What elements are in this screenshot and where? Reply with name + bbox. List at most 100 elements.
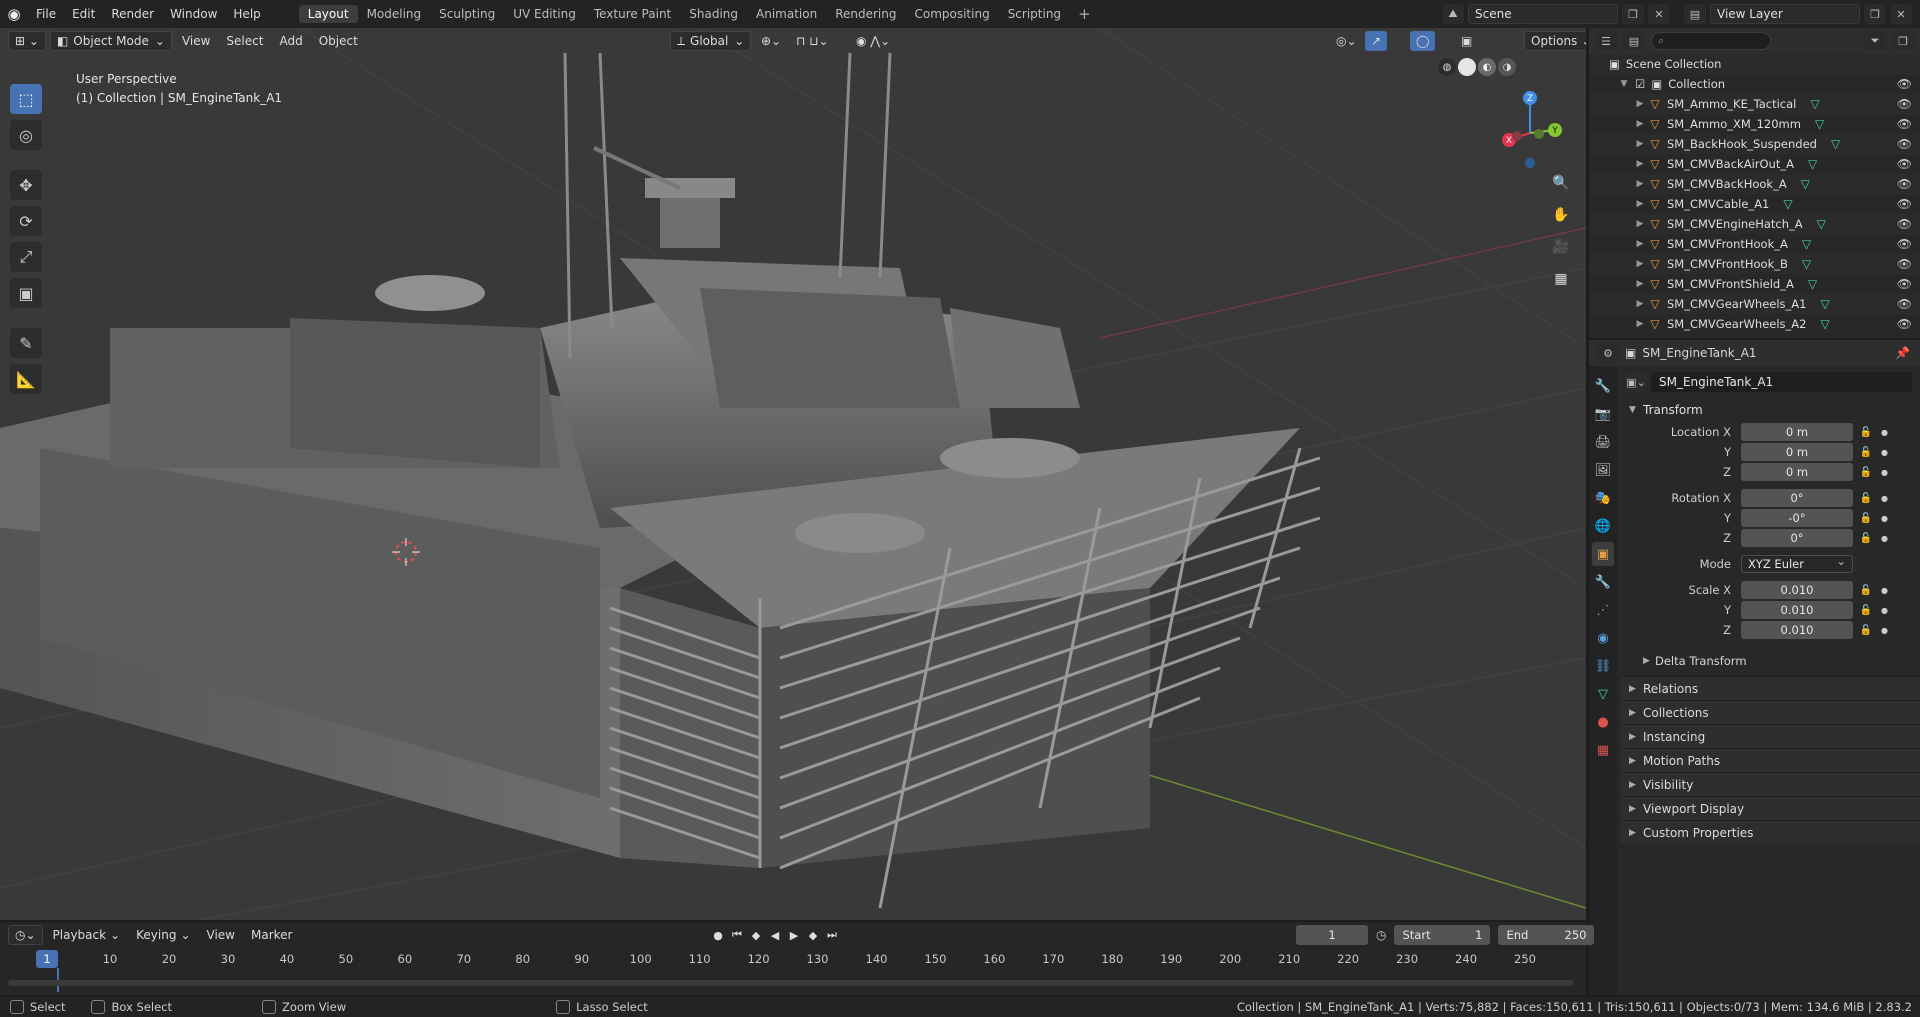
transform-orientation-dropdown[interactable]: ⟂ Global ⌄: [670, 31, 752, 51]
measure-tool-icon[interactable]: 📐: [10, 364, 42, 394]
expand-arrow-icon[interactable]: ▶: [1633, 299, 1647, 309]
outliner-object-row[interactable]: ▶ ▽ SM_CMVFrontHook_A ▽ 👁: [1589, 234, 1920, 254]
eye-icon[interactable]: 👁: [1897, 317, 1912, 331]
eye-icon[interactable]: 👁: [1897, 97, 1912, 111]
rotation-y-field[interactable]: -0°: [1741, 509, 1853, 527]
select-box-tool-icon[interactable]: ⬚: [10, 84, 42, 114]
keyframe-dot-icon[interactable]: ●: [1881, 428, 1888, 437]
pan-hand-icon[interactable]: ✋: [1548, 202, 1574, 228]
lock-icon[interactable]: 🔓: [1857, 447, 1875, 458]
keyframe-dot-icon[interactable]: ●: [1881, 534, 1888, 543]
eye-icon[interactable]: 👁: [1897, 257, 1912, 271]
viewport-menu-view[interactable]: View: [176, 31, 216, 51]
panel-collections[interactable]: ▶ Collections: [1621, 700, 1920, 724]
eye-icon[interactable]: 👁: [1897, 197, 1912, 211]
world-tab-icon[interactable]: 🌐: [1592, 514, 1614, 538]
scale-z-field[interactable]: 0.010: [1741, 621, 1853, 639]
object-name-input[interactable]: SM_EngineTank_A1: [1651, 372, 1912, 392]
new-collection-icon[interactable]: ❐: [1892, 31, 1914, 51]
lock-icon[interactable]: 🔓: [1857, 585, 1875, 596]
outliner-object-row[interactable]: ▶ ▽ SM_CMVFrontShield_A ▽ 👁: [1589, 274, 1920, 294]
pin-icon[interactable]: 📌: [1895, 346, 1910, 360]
tab-compositing[interactable]: Compositing: [905, 5, 998, 23]
outliner-object-row[interactable]: ▶ ▽ SM_CMVGearWheels_A1 ▽ 👁: [1589, 294, 1920, 314]
keyframe-dot-icon[interactable]: ●: [1881, 586, 1888, 595]
blender-logo-icon[interactable]: ◉: [0, 0, 28, 28]
menu-help[interactable]: Help: [225, 0, 268, 28]
play-icon[interactable]: ▶: [786, 926, 802, 944]
current-frame-field[interactable]: 1: [1296, 925, 1368, 945]
delta-transform-subpanel[interactable]: ▶ Delta Transform: [1621, 650, 1920, 672]
delete-scene-icon[interactable]: ✕: [1648, 4, 1670, 24]
expand-arrow-icon[interactable]: ▼: [1617, 79, 1631, 89]
mesh-data-icon[interactable]: ▽: [1783, 197, 1792, 211]
overlays-toggle-icon[interactable]: ◯: [1410, 31, 1436, 51]
mode-selector[interactable]: ◧ Object Mode ⌄: [49, 31, 172, 51]
tab-texture-paint[interactable]: Texture Paint: [585, 5, 680, 23]
expand-arrow-icon[interactable]: ▶: [1633, 99, 1647, 109]
3d-viewport[interactable]: ⊞ ⌄ ◧ Object Mode ⌄ View Select Add Object…: [0, 28, 1586, 920]
eye-icon[interactable]: 👁: [1897, 297, 1912, 311]
expand-arrow-icon[interactable]: ▶: [1633, 199, 1647, 209]
eye-icon[interactable]: 👁: [1897, 217, 1912, 231]
new-scene-icon[interactable]: ❐: [1622, 4, 1644, 24]
camera-icon[interactable]: 🎥: [1548, 234, 1574, 260]
view-layer-tab-icon[interactable]: 🖼: [1592, 458, 1614, 482]
keyframe-dot-icon[interactable]: ●: [1881, 514, 1888, 523]
mesh-data-icon[interactable]: ▽: [1815, 117, 1824, 131]
eye-icon[interactable]: 👁: [1897, 137, 1912, 151]
outliner-object-row[interactable]: ▶ ▽ SM_BackHook_Suspended ▽ 👁: [1589, 134, 1920, 154]
mesh-data-icon[interactable]: ▽: [1817, 217, 1826, 231]
jump-start-icon[interactable]: ⏮: [729, 926, 745, 944]
expand-arrow-icon[interactable]: ▶: [1633, 139, 1647, 149]
frame-ruler[interactable]: 10 20 30 40 50 60 70 80 90 100 110 120 130 140 150 160 1…: [0, 950, 1586, 968]
expand-arrow-icon[interactable]: ▶: [1633, 259, 1647, 269]
mesh-data-icon[interactable]: ▽: [1820, 297, 1829, 311]
outliner-object-row[interactable]: ▶ ▽ SM_CMVBackAirOut_A ▽ 👁: [1589, 154, 1920, 174]
scale-y-field[interactable]: 0.010: [1741, 601, 1853, 619]
physics-tab-icon[interactable]: ◉: [1592, 626, 1614, 650]
menu-window[interactable]: Window: [162, 0, 225, 28]
object-type-icon[interactable]: ▣⌄: [1625, 372, 1647, 392]
timeline-menu-playback[interactable]: Playback ⌄: [47, 925, 127, 945]
eye-icon[interactable]: 👁: [1897, 237, 1912, 251]
timeline-menu-marker[interactable]: Marker: [245, 925, 298, 945]
lock-icon[interactable]: 🔓: [1857, 533, 1875, 544]
render-tab-icon[interactable]: 📷: [1592, 402, 1614, 426]
viewport-menu-add[interactable]: Add: [273, 31, 308, 51]
rotation-z-field[interactable]: 0°: [1741, 529, 1853, 547]
expand-arrow-icon[interactable]: ▶: [1633, 119, 1647, 129]
timeline-editor-type-icon[interactable]: ◷⌄: [8, 925, 43, 945]
pivot-icon[interactable]: ⊕⌄: [755, 31, 787, 51]
panel-visibility[interactable]: ▶ Visibility: [1621, 772, 1920, 796]
new-view-layer-icon[interactable]: ❐: [1864, 4, 1886, 24]
expand-arrow-icon[interactable]: ▶: [1633, 159, 1647, 169]
scene-tab-icon[interactable]: 🎭: [1592, 486, 1614, 510]
tab-shading[interactable]: Shading: [680, 5, 747, 23]
properties-editor-type-icon[interactable]: ⚙: [1597, 343, 1619, 363]
transform-tool-icon[interactable]: ▣: [10, 278, 42, 308]
eye-icon[interactable]: 👁: [1897, 277, 1912, 291]
panel-viewport-display[interactable]: ▶ Viewport Display: [1621, 796, 1920, 820]
menu-render[interactable]: Render: [103, 0, 162, 28]
data-tab-icon[interactable]: ▽: [1592, 682, 1614, 706]
lock-icon[interactable]: 🔓: [1857, 467, 1875, 478]
gizmo-toggle-icon[interactable]: ↗: [1365, 31, 1388, 51]
tab-rendering[interactable]: Rendering: [826, 5, 905, 23]
expand-arrow-icon[interactable]: ▶: [1633, 279, 1647, 289]
location-x-field[interactable]: 0 m: [1741, 423, 1853, 441]
outliner-search-input[interactable]: ⌕: [1651, 32, 1771, 50]
tab-uv-editing[interactable]: UV Editing: [504, 5, 585, 23]
move-tool-icon[interactable]: ✥: [10, 170, 42, 200]
modifier-tab-icon[interactable]: 🔧: [1592, 570, 1614, 594]
lock-icon[interactable]: 🔓: [1857, 605, 1875, 616]
eye-icon[interactable]: 👁: [1897, 77, 1912, 91]
outliner-object-row[interactable]: ▶ ▽ SM_Ammo_XM_120mm ▽ 👁: [1589, 114, 1920, 134]
visibility-icon[interactable]: ◎⌄: [1330, 31, 1363, 51]
material-shading-icon[interactable]: ◐: [1478, 58, 1496, 76]
mesh-data-icon[interactable]: ▽: [1808, 157, 1817, 171]
cursor-tool-icon[interactable]: ◎: [10, 120, 42, 150]
tab-layout[interactable]: Layout: [298, 5, 358, 23]
tool-tab-icon[interactable]: 🔧: [1592, 374, 1614, 398]
material-tab-icon[interactable]: ●: [1592, 710, 1614, 734]
